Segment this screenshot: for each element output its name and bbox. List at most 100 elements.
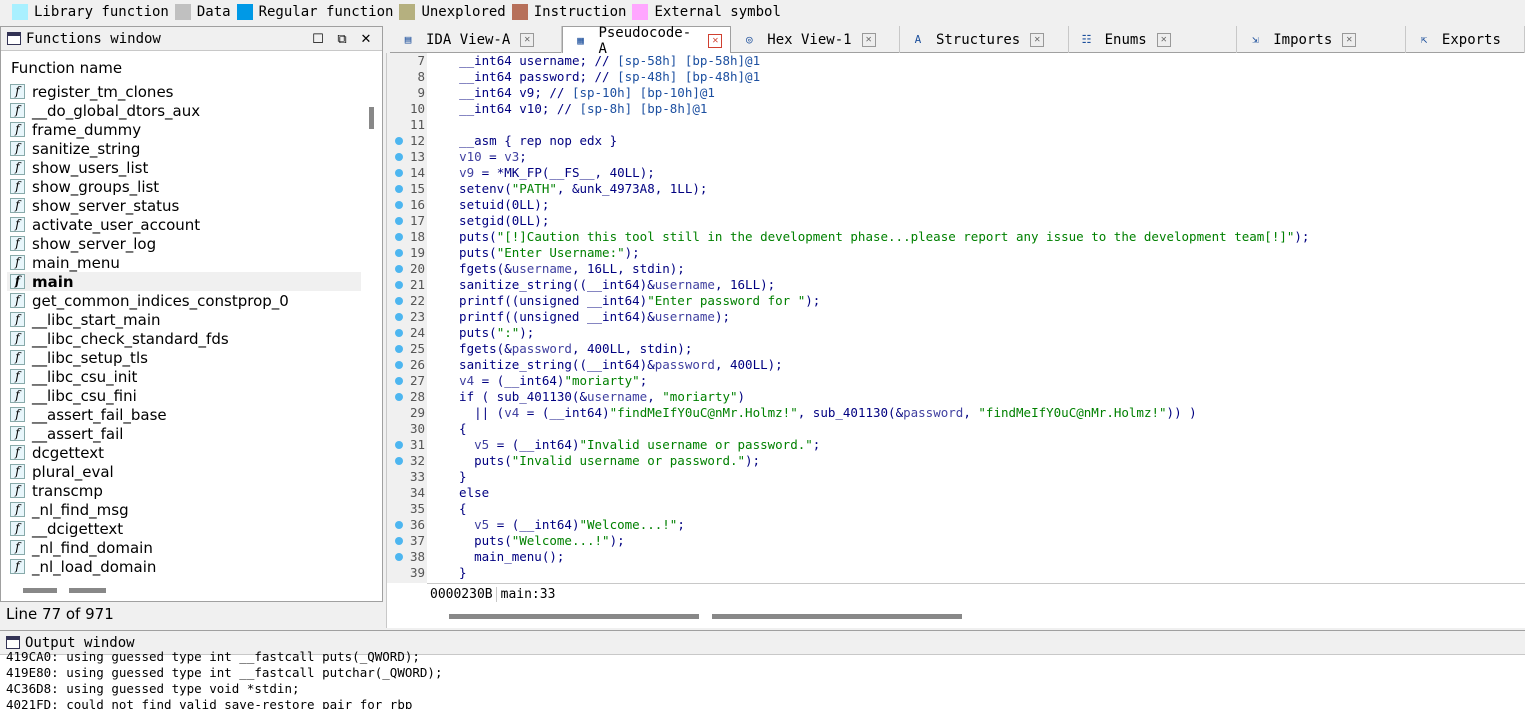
function-list-item[interactable]: f show_server_log: [7, 234, 361, 253]
breakpoint-dot-icon[interactable]: [395, 297, 403, 305]
code-text[interactable]: {: [444, 421, 467, 437]
code-text[interactable]: printf((unsigned __int64)"Enter password…: [444, 293, 820, 309]
code-line[interactable]: 26 sanitize_string((__int64)&password, 4…: [387, 357, 1525, 373]
breakpoint-dot-icon[interactable]: [395, 313, 403, 321]
code-text[interactable]: else: [444, 485, 489, 501]
tab-close-icon[interactable]: ✕: [1156, 32, 1171, 47]
code-text[interactable]: __int64 v9; // [sp-10h] [bp-10h]@1: [444, 85, 715, 101]
function-list-item[interactable]: f __assert_fail: [7, 424, 361, 443]
function-list-item[interactable]: f _nl_find_msg: [7, 500, 361, 519]
code-line[interactable]: 19 puts("Enter Username:");: [387, 245, 1525, 261]
function-list-item[interactable]: f frame_dummy: [7, 120, 361, 139]
code-text[interactable]: || (v4 = (__int64)"findMeIfY0uC@nMr.Holm…: [444, 405, 1197, 421]
function-list-item[interactable]: f get_common_indices_constprop_0: [7, 291, 361, 310]
code-text[interactable]: setgid(0LL);: [444, 213, 549, 229]
breakpoint-dot-icon[interactable]: [395, 441, 403, 449]
code-hscroll-thumb[interactable]: [449, 614, 699, 619]
breakpoint-dot-icon[interactable]: [395, 553, 403, 561]
code-text[interactable]: __asm { rep nop edx }: [444, 133, 617, 149]
code-text[interactable]: puts("Enter Username:");: [444, 245, 640, 261]
code-line[interactable]: 24 puts(":");: [387, 325, 1525, 341]
function-list-item[interactable]: f show_users_list: [7, 158, 361, 177]
tab-exports[interactable]: ⇱ Exports: [1406, 26, 1525, 53]
breakpoint-dot-icon[interactable]: [395, 169, 403, 177]
code-line[interactable]: 12 __asm { rep nop edx }: [387, 133, 1525, 149]
function-list-item[interactable]: f sanitize_string: [7, 139, 361, 158]
code-line[interactable]: 20 fgets(&username, 16LL, stdin);: [387, 261, 1525, 277]
code-line[interactable]: 9 __int64 v9; // [sp-10h] [bp-10h]@1: [387, 85, 1525, 101]
breakpoint-dot-icon[interactable]: [395, 521, 403, 529]
breakpoint-dot-icon[interactable]: [395, 345, 403, 353]
function-list-item[interactable]: f dcgettext: [7, 443, 361, 462]
code-line[interactable]: 27 v4 = (__int64)"moriarty";: [387, 373, 1525, 389]
code-line[interactable]: 18 puts("[!]Caution this tool still in t…: [387, 229, 1525, 245]
code-line[interactable]: 30 {: [387, 421, 1525, 437]
float-window-icon[interactable]: ⧉: [332, 30, 352, 48]
horizontal-scrollbar-thumb[interactable]: [23, 588, 57, 593]
output-log[interactable]: 419CA0: using guessed type int __fastcal…: [6, 649, 1506, 709]
code-line[interactable]: 28 if ( sub_401130(&username, "moriarty"…: [387, 389, 1525, 405]
function-list-item[interactable]: f _nl_find_domain: [7, 538, 361, 557]
function-list-item[interactable]: f activate_user_account: [7, 215, 361, 234]
code-line[interactable]: 17 setgid(0LL);: [387, 213, 1525, 229]
function-list-item[interactable]: f register_tm_clones: [7, 82, 361, 101]
close-icon[interactable]: ✕: [356, 30, 376, 48]
breakpoint-dot-icon[interactable]: [395, 201, 403, 209]
breakpoint-dot-icon[interactable]: [395, 233, 403, 241]
code-text[interactable]: sanitize_string((__int64)&username, 16LL…: [444, 277, 775, 293]
function-list-item[interactable]: f __dcigettext: [7, 519, 361, 538]
code-text[interactable]: fgets(&password, 400LL, stdin);: [444, 341, 692, 357]
code-text[interactable]: printf((unsigned __int64)&username);: [444, 309, 730, 325]
code-hscroll-thumb-secondary[interactable]: [712, 614, 962, 619]
function-list[interactable]: f register_tm_clones f __do_global_dtors_au…: [7, 82, 361, 579]
vertical-scrollbar-thumb[interactable]: [369, 107, 374, 129]
function-list-item[interactable]: f __libc_check_standard_fds: [7, 329, 361, 348]
code-line[interactable]: 15 setenv("PATH", &unk_4973A8, 1LL);: [387, 181, 1525, 197]
code-text[interactable]: __int64 v10; // [sp-8h] [bp-8h]@1: [444, 101, 707, 117]
function-list-item[interactable]: f __do_global_dtors_aux: [7, 101, 361, 120]
breakpoint-dot-icon[interactable]: [395, 377, 403, 385]
code-text[interactable]: v4 = (__int64)"moriarty";: [444, 373, 647, 389]
code-line[interactable]: 39 }: [387, 565, 1525, 581]
code-line[interactable]: 14 v9 = *MK_FP(__FS__, 40LL);: [387, 165, 1525, 181]
tab-close-icon[interactable]: ✕: [861, 32, 876, 47]
code-text[interactable]: }: [444, 469, 467, 485]
code-line[interactable]: 38 main_menu();: [387, 549, 1525, 565]
breakpoint-dot-icon[interactable]: [395, 185, 403, 193]
column-header-function-name[interactable]: Function name: [1, 51, 382, 77]
code-text[interactable]: {: [444, 501, 467, 517]
function-list-item[interactable]: f show_groups_list: [7, 177, 361, 196]
code-text[interactable]: sanitize_string((__int64)&password, 400L…: [444, 357, 783, 373]
code-text[interactable]: fgets(&username, 16LL, stdin);: [444, 261, 685, 277]
breakpoint-dot-icon[interactable]: [395, 265, 403, 273]
code-text[interactable]: v10 = v3;: [444, 149, 527, 165]
tab-structures[interactable]: A Structures ✕: [900, 26, 1069, 53]
code-text[interactable]: main_menu();: [444, 549, 564, 565]
code-text[interactable]: puts("Welcome...!");: [444, 533, 625, 549]
function-list-item[interactable]: f main_menu: [7, 253, 361, 272]
code-text[interactable]: v9 = *MK_FP(__FS__, 40LL);: [444, 165, 655, 181]
code-line[interactable]: 35 {: [387, 501, 1525, 517]
tab-close-icon[interactable]: ✕: [1030, 32, 1045, 47]
code-text[interactable]: setuid(0LL);: [444, 197, 549, 213]
function-list-item[interactable]: f _nl_load_domain: [7, 557, 361, 576]
function-list-item[interactable]: f show_server_status: [7, 196, 361, 215]
code-line[interactable]: 7 __int64 username; // [sp-58h] [bp-58h]…: [387, 53, 1525, 69]
breakpoint-dot-icon[interactable]: [395, 281, 403, 289]
horizontal-scrollbar-thumb-secondary[interactable]: [69, 588, 106, 593]
tab-close-icon[interactable]: ✕: [520, 32, 535, 47]
code-line[interactable]: 21 sanitize_string((__int64)&username, 1…: [387, 277, 1525, 293]
function-list-item[interactable]: f __libc_csu_init: [7, 367, 361, 386]
code-line[interactable]: 36 v5 = (__int64)"Welcome...!";: [387, 517, 1525, 533]
function-list-item[interactable]: f main: [7, 272, 361, 291]
code-line[interactable]: 31 v5 = (__int64)"Invalid username or pa…: [387, 437, 1525, 453]
function-list-item[interactable]: f transcmp: [7, 481, 361, 500]
code-text[interactable]: }: [444, 565, 467, 581]
code-text[interactable]: if ( sub_401130(&username, "moriarty"): [444, 389, 745, 405]
breakpoint-dot-icon[interactable]: [395, 361, 403, 369]
function-list-item[interactable]: f __assert_fail_base: [7, 405, 361, 424]
tab-close-icon[interactable]: ✕: [708, 33, 723, 48]
breakpoint-dot-icon[interactable]: [395, 249, 403, 257]
function-list-item[interactable]: f __libc_csu_fini: [7, 386, 361, 405]
tab-enums[interactable]: ☷ Enums ✕: [1069, 26, 1238, 53]
